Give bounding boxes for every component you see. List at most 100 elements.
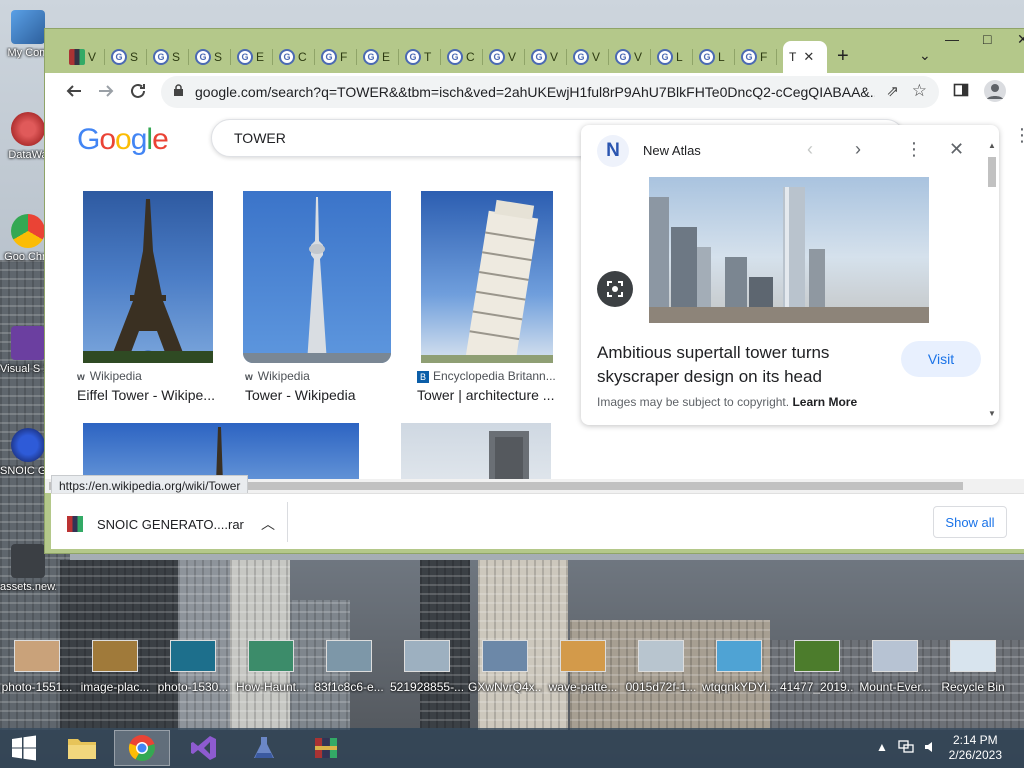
desktop-file-icon[interactable]: How-Haunt... [234,640,308,694]
taskbar-visual-studio[interactable] [176,730,232,766]
clock-date: 2/26/2023 [948,748,1002,762]
taskbar-clock[interactable]: 2:14 PM 2/26/2023 [949,733,1002,763]
lens-search-button[interactable] [597,271,633,307]
tab-strip: VGSGSGSGEGCGFGEGTGCGVGVGVGVGLGLGF T ✕ + … [45,29,1024,73]
visit-button[interactable]: Visit [901,341,981,377]
tab-2[interactable]: GS [147,45,189,69]
apps-grid-icon[interactable]: ⋮⋮ [1013,125,1024,146]
tab-6[interactable]: GF [315,45,357,69]
tab-16[interactable]: GF [735,45,777,69]
address-url[interactable]: google.com/search?q=TOWER&&tbm=isch&ved=… [195,84,875,100]
desktop-file-icon[interactable]: GXwNvrQ4x... [468,640,542,694]
close-window-button[interactable]: ✕ [1017,31,1024,48]
tab-4[interactable]: GE [231,45,273,69]
result-title-3[interactable]: Tower | architecture ... [417,387,561,403]
image-file-icon [170,640,216,672]
desktop-file-icon[interactable]: 83f1c8c6-e... [312,640,386,694]
desktop-file-label: photo-1530... [157,680,229,694]
desktop-file-icon[interactable]: Recycle Bin [936,640,1010,694]
google-favicon-icon: G [741,49,757,65]
minimize-button[interactable]: — [945,31,959,47]
tab-title: V [550,50,559,64]
result-title-2[interactable]: Tower - Wikipedia [245,387,395,403]
winrar-icon [67,516,83,532]
tab-title: S [130,50,139,64]
tab-14[interactable]: GL [651,45,693,69]
desktop-file-icon[interactable]: Mount-Ever... [858,640,932,694]
tab-7[interactable]: GE [357,45,399,69]
result-source-1[interactable]: w Wikipedia [77,369,142,383]
desktop-file-icon[interactable]: image-plac... [78,640,152,694]
tab-8[interactable]: GT [399,45,441,69]
status-bar-url: https://en.wikipedia.org/wiki/Tower [51,475,249,495]
reload-button[interactable] [129,82,147,105]
google-favicon-icon: G [531,49,547,65]
tab-9[interactable]: GC [441,45,483,69]
side-panel-icon[interactable] [953,82,969,103]
tab-search-button[interactable]: ⌄ [919,47,931,64]
google-logo-letter: g [130,123,148,156]
volume-icon[interactable] [924,740,938,757]
close-panel-icon[interactable]: ✕ [949,139,964,160]
result-source-3[interactable]: B Encyclopedia Britann... [417,369,556,383]
panel-headline[interactable]: Ambitious supertall tower turns skyscrap… [597,341,887,389]
maximize-button[interactable]: □ [983,31,991,47]
downloads-bar: SNOIC GENERATO....rar ︿ Show all [51,493,1024,549]
show-all-button[interactable]: Show all [933,506,1007,538]
result-title-1[interactable]: Eiffel Tower - Wikipe... [77,387,219,403]
tab-13[interactable]: GV [609,45,651,69]
tab-active[interactable]: T ✕ [783,41,827,73]
more-options-icon[interactable]: ⋮ [905,139,923,160]
result-image-pisa[interactable] [421,191,553,363]
show-hidden-icons[interactable]: ▲ [876,740,888,754]
back-button[interactable] [65,82,83,105]
tab-5[interactable]: GC [273,45,315,69]
google-favicon-icon: G [489,49,505,65]
taskbar-chrome[interactable] [114,730,170,766]
download-item[interactable]: SNOIC GENERATO....rar [67,516,244,532]
tab-1[interactable]: GS [105,45,147,69]
network-icon[interactable] [898,740,914,757]
tab-11[interactable]: GV [525,45,567,69]
desktop-file-icon[interactable]: 41477_2019... [780,640,854,694]
tab-title: C [298,50,307,64]
result-image-skytree[interactable] [243,191,391,363]
address-bar[interactable]: google.com/search?q=TOWER&&tbm=isch&ved=… [161,76,939,108]
tab-close-icon[interactable]: ✕ [803,49,814,65]
tab-3[interactable]: GS [189,45,231,69]
desktop-file-icon[interactable]: 0015d72f-1... [624,640,698,694]
profile-avatar-icon[interactable] [983,79,1007,108]
taskbar-winrar[interactable] [298,730,354,766]
result-image-eiffel[interactable] [83,191,213,363]
tab-10[interactable]: GV [483,45,525,69]
taskbar-file-explorer[interactable] [54,730,110,766]
tab-0[interactable]: V [63,45,105,69]
taskbar-datawarrior[interactable] [236,730,292,766]
start-button[interactable] [2,730,46,766]
chrome-icon [128,735,155,762]
google-logo[interactable]: Google [77,123,169,157]
previous-chevron-icon[interactable]: ‹ [807,139,813,160]
share-icon[interactable]: ⇗ [886,82,899,100]
panel-scrollbar[interactable]: ▲ ▼ [987,141,997,421]
bookmark-star-icon[interactable]: ☆ [912,81,927,101]
desktop-file-icon[interactable]: wave-patte... [546,640,620,694]
search-query[interactable]: TOWER [234,130,286,146]
menu-kebab-icon[interactable]: ⋮ [1017,82,1024,102]
preview-image[interactable] [649,177,929,323]
tab-15[interactable]: GL [693,45,735,69]
desktop-file-icon[interactable]: photo-1530... [156,640,230,694]
desktop-file-icon[interactable]: wtqqnkYDYi... [702,640,776,694]
desktop-file-icon[interactable]: 521928855-... [390,640,464,694]
panel-source-name[interactable]: New Atlas [643,143,701,158]
learn-more-link[interactable]: Learn More [792,395,857,409]
next-chevron-icon[interactable]: › [855,139,861,160]
desktop-file-icon[interactable]: photo-1551... [0,640,74,694]
forward-button[interactable] [97,82,115,105]
tab-12[interactable]: GV [567,45,609,69]
new-tab-button[interactable]: + [837,45,849,68]
desktop-file-label: 83f1c8c6-e... [314,680,384,694]
result-source-2[interactable]: w Wikipedia [245,369,310,383]
chevron-up-icon[interactable]: ︿ [261,514,275,534]
wikipedia-icon: w [245,372,253,383]
